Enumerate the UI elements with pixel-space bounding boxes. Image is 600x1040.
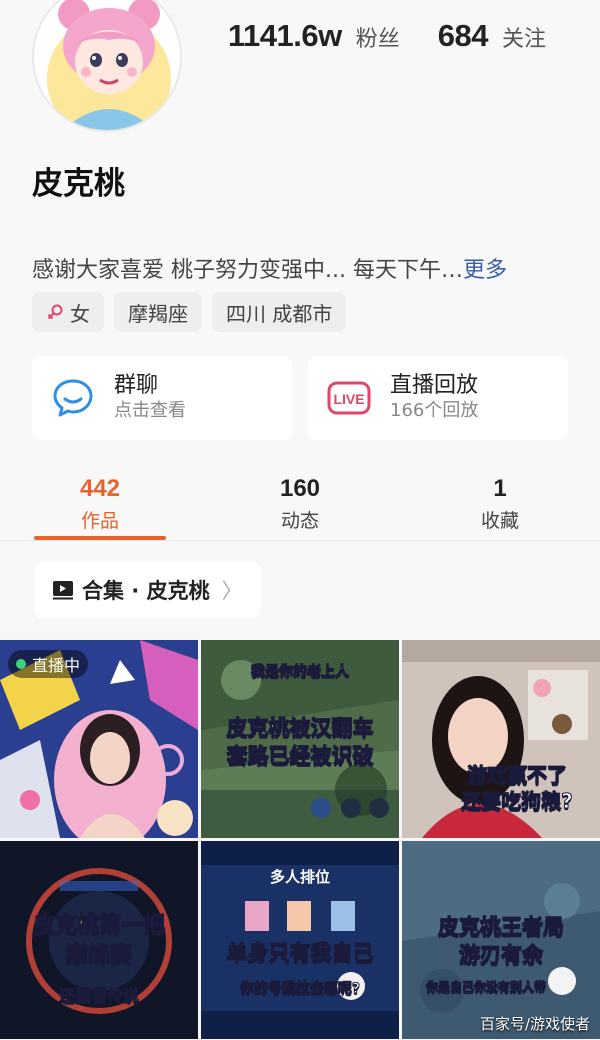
video-thumbnail[interactable]: 我是你的老上人 皮克桃被汉翻车 套路已经被识破 [201, 640, 399, 838]
live-badge: 直播中 [8, 650, 89, 678]
live-replay-title: 直播回放 [390, 373, 479, 398]
ranked-thumbnail-image [0, 841, 198, 1039]
video-caption: 游戏赢不了 [467, 763, 568, 787]
live-dot-icon [16, 659, 26, 669]
profile-bio[interactable]: 感谢大家喜爱 桃子努力变强中... 每天下午…更多 [32, 252, 507, 284]
bio-text: 感谢大家喜爱 桃子努力变强中... 每天下午… [32, 258, 463, 283]
tab-favorites-count: 1 [493, 475, 507, 502]
female-icon [47, 304, 63, 320]
profile-tags: 女 摩羯座 四川 成都市 [32, 292, 347, 332]
collection-label: 合集 · 皮克桃 [82, 579, 210, 603]
group-chat-subtitle: 点击查看 [114, 400, 186, 421]
profile-tabs: 442 作品 160 动态 1 收藏 [0, 470, 600, 540]
video-caption: 皮克桃王者局 [438, 914, 565, 939]
video-thumbnail[interactable]: 皮克桃第一把 巅峰赛 还翻看传说 [0, 841, 198, 1039]
group-chat-card[interactable]: 群聊 点击查看 [32, 356, 292, 440]
location-tag: 四川 成都市 [212, 292, 347, 332]
video-caption: 游刃有余 [459, 942, 544, 967]
watermark: 百家号/游戏使者 [479, 1015, 590, 1033]
followers-label[interactable]: 粉丝 [356, 21, 400, 53]
collection-button[interactable]: 合集 · 皮克桃 〉 [34, 562, 261, 618]
video-caption-top: 我是你的老上人 [251, 663, 350, 680]
video-thumbnail[interactable]: 多人排位 单身只有我自己 你的号我拉去哪呢? [201, 841, 399, 1039]
avatar-illustration [34, 0, 180, 130]
tab-moments-label: 动态 [280, 510, 319, 532]
tab-works[interactable]: 442 作品 [0, 470, 200, 540]
tab-works-label: 作品 [80, 510, 119, 532]
following-count[interactable]: 684 [438, 18, 489, 54]
video-caption: 还要吃狗粮? [461, 789, 574, 813]
followers-count[interactable]: 1141.6w [228, 18, 342, 54]
profile-name: 皮克桃 [32, 166, 125, 202]
live-replay-card[interactable]: LIVE 直播回放 166个回放 [308, 356, 568, 440]
tab-moments-count: 160 [279, 475, 321, 502]
avatar[interactable] [32, 0, 182, 132]
video-caption: 还翻看传说 [58, 986, 139, 1006]
video-caption: 套路已经被识破 [226, 743, 374, 768]
video-caption: 皮克桃被汉翻车 [226, 715, 374, 740]
video-caption: 皮克桃第一把 [32, 912, 165, 938]
live-badge-label: 直播中 [32, 656, 81, 675]
group-chat-title: 群聊 [114, 373, 159, 398]
tab-moments[interactable]: 160 动态 [200, 470, 400, 540]
profile-stats: 1141.6w 粉丝 684 关注 [228, 18, 570, 54]
tabs-divider [0, 540, 600, 541]
video-caption: 你的号我拉去哪呢? [239, 980, 361, 997]
video-caption: 你是自己你没有别人带 [425, 980, 546, 995]
gameplay-thumbnail-image [402, 841, 600, 1039]
feature-cards: 群聊 点击查看 LIVE 直播回放 166个回放 [32, 356, 568, 440]
live-icon-text: LIVE [333, 391, 364, 407]
bio-more-link[interactable]: 更多 [463, 258, 507, 283]
tab-favorites[interactable]: 1 收藏 [400, 470, 600, 540]
gender-label: 女 [70, 301, 90, 326]
video-thumbnail[interactable]: 皮克桃王者局 游刃有余 你是自己你没有别人带 [402, 841, 600, 1039]
video-thumbnail-live[interactable]: 直播中 [0, 640, 198, 838]
zodiac-tag: 摩羯座 [114, 292, 202, 332]
chevron-right-icon: 〉 [221, 579, 243, 603]
gender-tag: 女 [32, 292, 104, 332]
lobby-header: 多人排位 [269, 868, 330, 886]
tab-works-count: 442 [79, 475, 121, 502]
live-icon: LIVE [326, 375, 372, 421]
video-grid: 直播中 我是你的老上人 皮克桃被汉翻车 套路已经被识破 游戏赢不了 还要吃狗粮?… [0, 640, 600, 1040]
video-caption: 单身只有我自己 [226, 940, 374, 965]
video-caption: 巅峰赛 [65, 942, 132, 968]
playlist-icon [53, 581, 73, 600]
live-replay-subtitle: 166个回放 [390, 400, 479, 421]
video-thumbnail[interactable]: 游戏赢不了 还要吃狗粮? [402, 640, 600, 838]
following-label[interactable]: 关注 [502, 21, 546, 53]
chat-bubble-icon [50, 375, 96, 421]
tab-favorites-label: 收藏 [480, 510, 519, 532]
profile-header: 1141.6w 粉丝 684 关注 皮克桃 感谢大家喜爱 桃子努力变强中... … [0, 0, 600, 618]
